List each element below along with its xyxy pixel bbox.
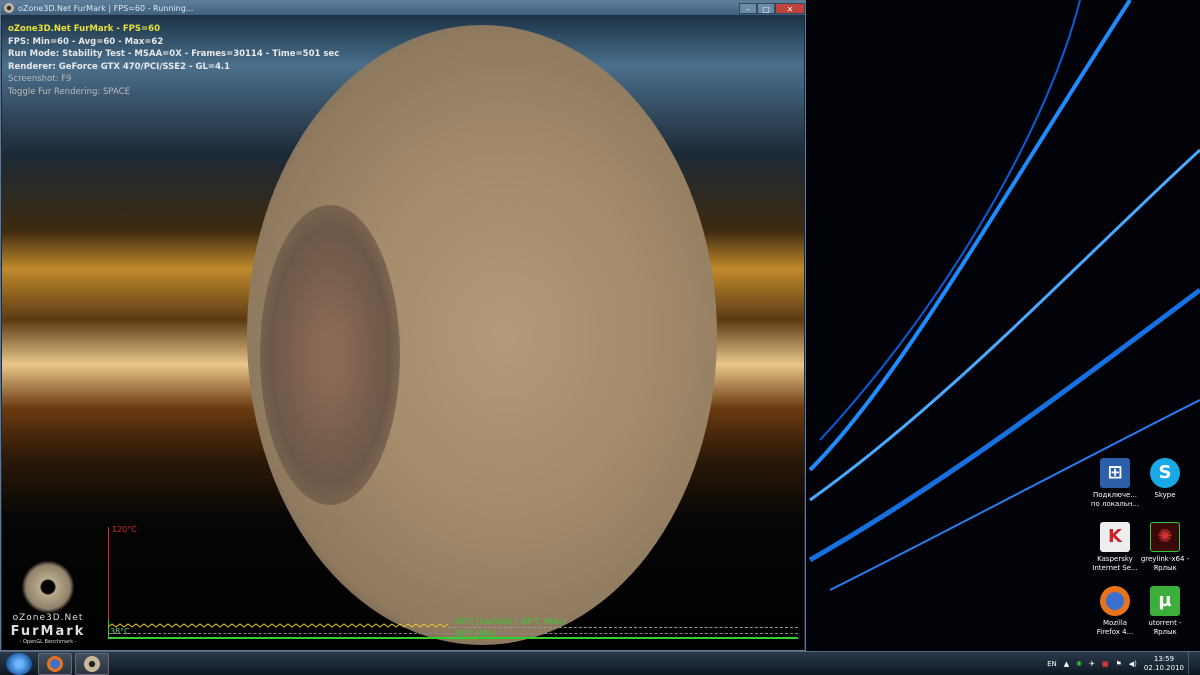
logo-donut-icon [22,561,74,613]
current-max-temp-label: 39°C (Current) - 40°C (Max) [454,617,566,626]
hud-screenshot-hint: Screenshot: F9 [8,74,72,84]
firefox-icon [47,655,63,672]
desktop-icons: ⊞ Подключе... по локальн... S Skype K Kasper… [1090,458,1190,638]
desktop-icon-skype[interactable]: S Skype [1140,458,1190,510]
taskbar-furmark[interactable] [75,652,109,675]
volume-icon[interactable]: ◀) [1129,660,1137,668]
close-button[interactable]: ✕ [775,2,805,14]
network-connection-icon: ⊞ [1100,458,1130,488]
render-viewport[interactable]: oZone3D.Net FurMark - FPS=60 FPS: Min=60… [2,15,804,650]
taskbar-firefox[interactable] [38,652,72,675]
desktop-icon-kaspersky[interactable]: K Kaspersky Internet Se... [1090,522,1140,574]
icon-label: Firefox 4... [1096,628,1134,636]
max-temp-axis-label: 120°C [112,525,137,534]
temperature-curve [108,623,449,628]
temperature-graph: 120°C 38°C 39°C (Current) - 40°C (Max) 3… [108,523,798,641]
furmark-app-icon [4,3,14,13]
hud-fps-title: oZone3D.Net FurMark - FPS=60 [8,24,160,34]
furmark-icon [84,655,100,672]
desktop-icon-firefox[interactable]: Mozilla Firefox 4... [1090,586,1140,638]
greylink-icon: ✺ [1150,522,1180,552]
logo-text: oZone3D.Net [12,613,84,623]
icon-label: Mozilla [1102,619,1128,627]
icon-label: Internet Se... [1092,564,1138,572]
logo-text: FurMark [10,624,86,639]
icon-label: Kaspersky [1097,555,1133,563]
hud-overlay: oZone3D.Net FurMark - FPS=60 FPS: Min=60… [8,23,339,98]
hud-run-mode: Run Mode: Stability Test - MSAA=0X - Fra… [8,49,340,59]
tray-kaspersky-icon[interactable]: ■ [1102,660,1109,668]
icon-label: Ярлык [1153,628,1177,636]
icon-label: Skype [1154,491,1176,499]
tray-action-center-icon[interactable]: ⚑ [1116,660,1122,668]
tray-network-icon[interactable]: ✈ [1089,660,1095,668]
utorrent-icon: µ [1150,586,1180,616]
hud-fps-stats: FPS: Min=60 - Avg=60 - Max=62 [8,36,164,47]
taskbar: EN ▲ ✺ ✈ ■ ⚑ ◀) 13:59 02.10.2010 [0,651,1200,675]
start-button[interactable] [6,652,32,675]
fur-donut-hole [260,205,400,505]
max-line [448,627,798,628]
clock-date: 02.10.2010 [1143,663,1184,672]
wallpaper-streak [819,0,1081,441]
show-desktop-button[interactable] [1188,652,1200,674]
window-title: oZone3D.Net FurMark | FPS=60 - Running..… [18,3,194,13]
icon-label: greylink-x64 - [1140,555,1190,563]
language-indicator[interactable]: EN [1047,660,1057,668]
desktop-icon-network[interactable]: ⊞ Подключе... по локальн... [1090,458,1140,510]
hud-renderer: Renderer: GeForce GTX 470/PCI/SSE2 - GL=… [8,61,231,72]
icon-label: utorrent - [1148,619,1182,627]
temperature-curve-path [108,623,449,628]
firefox-icon [1100,586,1130,616]
maximize-button[interactable]: □ [757,2,775,14]
graph-baseline [108,637,798,639]
title-bar[interactable]: oZone3D.Net FurMark | FPS=60 - Running..… [1,1,805,15]
icon-label: Подключе... [1092,491,1138,499]
icon-label: по локальн... [1090,500,1140,508]
desktop-icon-greylink[interactable]: ✺ greylink-x64 - Ярлык [1140,522,1190,574]
logo-text: - OpenGL Benchmark - [19,639,77,645]
wallpaper-streak [809,148,1200,502]
show-hidden-icons[interactable]: ▲ [1064,660,1069,668]
start-temp-label: 38°C [110,627,130,636]
furmark-window: oZone3D.Net FurMark | FPS=60 - Running..… [0,0,806,651]
clock-time: 13:59 [1153,654,1175,663]
system-tray: EN ▲ ✺ ✈ ■ ⚑ ◀) 13:59 02.10.2010 [1047,653,1200,675]
wallpaper-streak [808,0,1132,472]
desktop-icon-utorrent[interactable]: µ utorrent - Ярлык [1140,586,1190,638]
tray-app-icon[interactable]: ✺ [1076,660,1082,668]
icon-label: Ярлык [1153,564,1177,572]
furmark-logo: oZone3D.Net FurMark - OpenGL Benchmark - [8,561,88,645]
clock[interactable]: 13:59 02.10.2010 [1144,655,1184,673]
kaspersky-icon: K [1100,522,1130,552]
hud-toggle-hint: Toggle Fur Rendering: SPACE [8,86,130,97]
skype-icon: S [1150,458,1180,488]
min-line [108,633,798,634]
minimize-button[interactable]: – [739,2,757,14]
